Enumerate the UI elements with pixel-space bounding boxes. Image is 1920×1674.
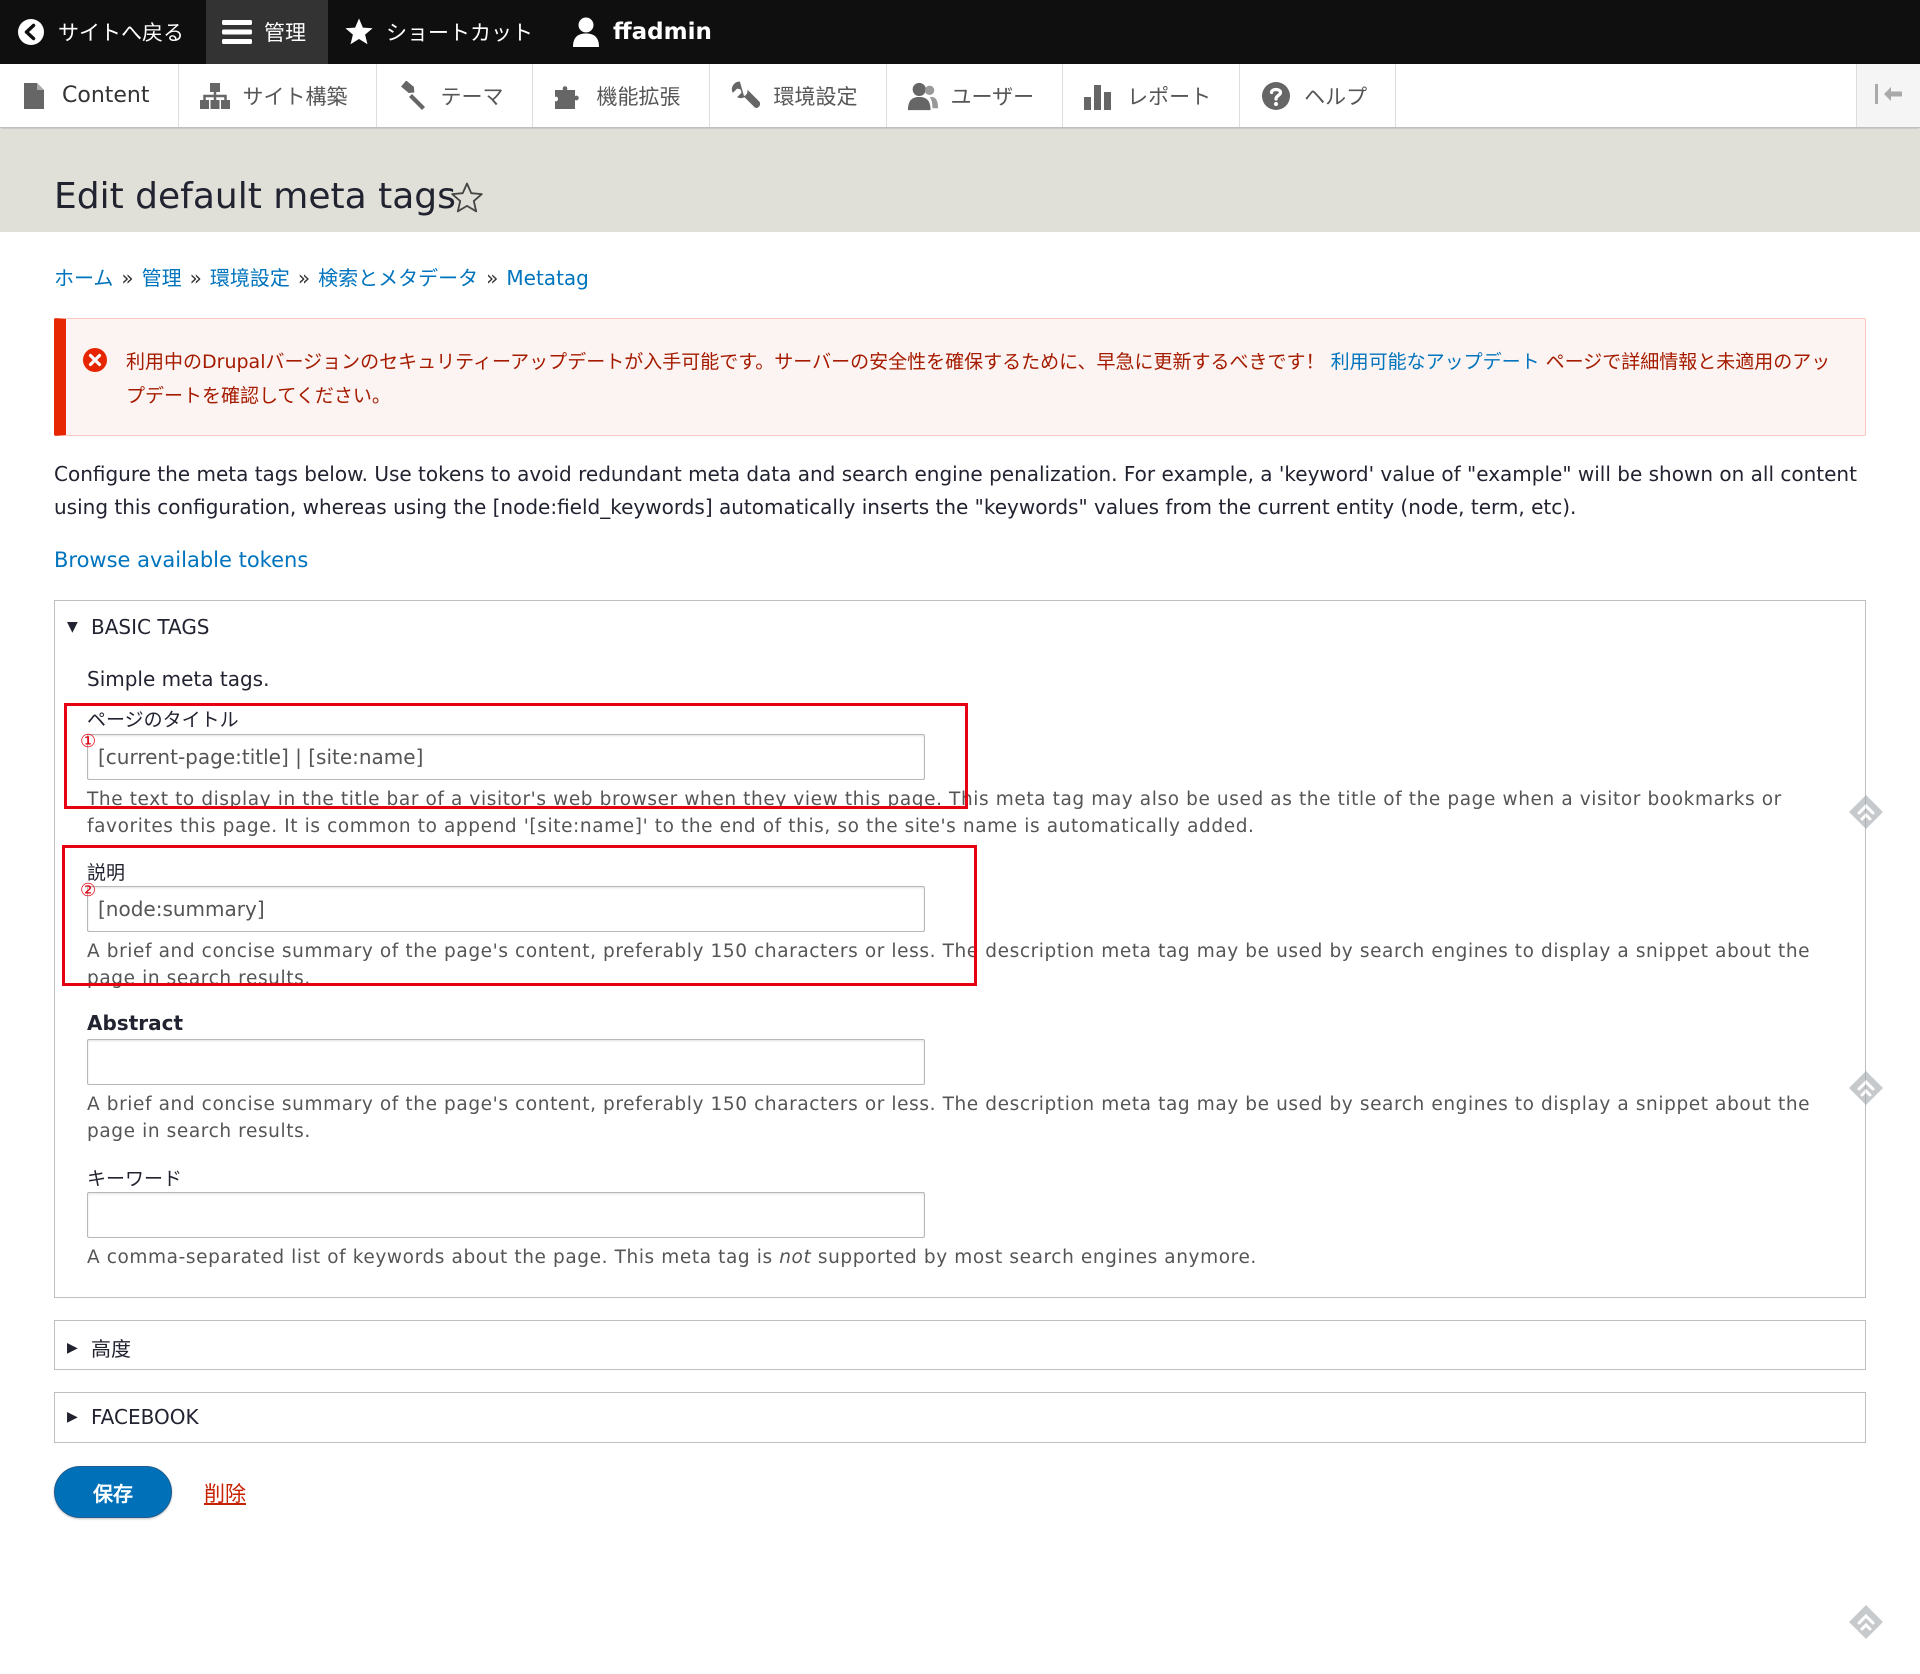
menu-item-help-label: ヘルプ (1304, 84, 1368, 109)
keywords-help-text: A comma-separated list of keywords about… (87, 1244, 1847, 1271)
facebook-summary[interactable]: ▶ FACEBOOK (67, 1405, 199, 1429)
breadcrumb-config[interactable]: 環境設定 (210, 266, 290, 290)
page-title: Edit default meta tags (54, 176, 456, 217)
error-x-circle-icon (82, 347, 108, 373)
menu-item-appearance[interactable]: テーマ (377, 64, 533, 127)
paintbrush-icon (397, 80, 429, 112)
breadcrumb-home[interactable]: ホーム (54, 266, 113, 290)
menu-item-content-label: Content (62, 83, 150, 108)
abstract-help-text: A brief and concise summary of the page'… (87, 1094, 1811, 1142)
people-icon (907, 80, 939, 112)
advanced-details: ▶ 高度 (54, 1320, 1866, 1370)
username: ffadmin (613, 19, 712, 45)
menu-item-appearance-label: テーマ (440, 84, 504, 109)
menu-item-configuration[interactable]: 環境設定 (710, 64, 887, 127)
sitemap-icon (199, 80, 231, 112)
back-to-site-link[interactable]: サイトへ戻る (0, 0, 206, 64)
keywords-help-emphasis: not (779, 1247, 812, 1268)
arrow-left-bar-icon (1874, 83, 1904, 109)
browse-tokens-link[interactable]: Browse available tokens (54, 548, 308, 572)
breadcrumb-separator: » (486, 266, 499, 290)
manage-label: 管理 (264, 21, 306, 45)
bar-chart-icon (1083, 80, 1115, 112)
menu-item-reports[interactable]: レポート (1063, 64, 1241, 127)
menu-item-structure-label: サイト構築 (242, 84, 348, 109)
keywords-label: キーワード (87, 1168, 183, 1190)
basic-tags-summary[interactable]: ▼ BASIC TAGS (67, 615, 210, 639)
breadcrumb-separator: » (297, 266, 311, 290)
annotation-mark-2: ② (80, 880, 97, 901)
triangle-right-icon: ▶ (67, 1409, 78, 1425)
annotation-mark-1: ① (80, 731, 97, 752)
menu-item-structure[interactable]: サイト構築 (179, 64, 377, 127)
menu-item-content[interactable]: Content (0, 64, 179, 127)
feedly-icon[interactable] (1846, 1068, 1886, 1108)
puzzle-icon (553, 80, 585, 112)
breadcrumb-separator: » (189, 266, 202, 290)
triangle-down-icon: ▼ (67, 619, 78, 635)
save-button[interactable]: 保存 (54, 1466, 172, 1518)
hamburger-icon (222, 17, 252, 47)
facebook-details: ▶ FACEBOOK (54, 1392, 1866, 1443)
menu-item-people-label: ユーザー (950, 84, 1035, 109)
basic-tags-description: Simple meta tags. (87, 667, 270, 691)
menu-item-extend[interactable]: 機能拡張 (533, 64, 710, 127)
delete-link[interactable]: 削除 (204, 1478, 246, 1508)
tray-orientation-toggle[interactable] (1856, 64, 1920, 127)
back-to-site-label: サイトへ戻る (58, 21, 184, 45)
shortcuts-label: ショートカット (386, 21, 533, 45)
abstract-input[interactable] (87, 1039, 925, 1085)
annotation-box-2 (62, 845, 977, 986)
wrench-icon (730, 80, 762, 112)
menu-item-people[interactable]: ユーザー (887, 64, 1064, 127)
breadcrumb-search-metadata[interactable]: 検索とメタデータ (318, 266, 478, 290)
page-header: Edit default meta tags (0, 129, 1920, 232)
admin-toolbar: サイトへ戻る 管理 ショートカット ffadmin (0, 0, 1920, 64)
feedly-icon[interactable] (1846, 1602, 1886, 1642)
error-text-before: 利用中のDrupalバージョンのセキュリティーアップデートが入手可能です。サーバ… (126, 351, 1331, 373)
shortcuts-tab[interactable]: ショートカット (328, 0, 555, 64)
user-icon (571, 17, 601, 47)
chevron-left-circle-icon (16, 17, 46, 47)
abstract-label: Abstract (87, 1011, 184, 1035)
triangle-right-icon: ▶ (67, 1339, 78, 1356)
keywords-help-before: A comma-separated list of keywords about… (87, 1247, 780, 1268)
breadcrumb: ホーム » 管理 » 環境設定 » 検索とメタデータ » Metatag (54, 262, 589, 291)
user-tab[interactable]: ffadmin (555, 0, 734, 64)
feedly-icon[interactable] (1846, 792, 1886, 832)
breadcrumb-separator: » (121, 266, 134, 290)
advanced-summary[interactable]: ▶ 高度 (67, 1333, 131, 1362)
facebook-summary-label: FACEBOOK (91, 1405, 199, 1429)
error-message-text: 利用中のDrupalバージョンのセキュリティーアップデートが入手可能です。サーバ… (126, 345, 1846, 413)
breadcrumb-metatag[interactable]: Metatag (506, 266, 588, 290)
menu-item-extend-label: 機能拡張 (596, 84, 681, 109)
keywords-help-after: supported by most search engines anymore… (811, 1247, 1257, 1268)
form-intro-text: Configure the meta tags below. Use token… (54, 462, 1857, 519)
admin-menu-tray: Content サイト構築 テーマ 機能拡張 環境設定 ユーザー レポート ヘル… (0, 64, 1920, 128)
available-updates-link[interactable]: 利用可能なアップデート (1331, 351, 1540, 373)
manage-tab[interactable]: 管理 (206, 0, 328, 64)
help-icon (1260, 80, 1292, 112)
menu-item-help[interactable]: ヘルプ (1240, 64, 1397, 127)
keywords-input[interactable] (87, 1192, 925, 1238)
page-icon (18, 80, 50, 112)
security-update-error-message: 利用中のDrupalバージョンのセキュリティーアップデートが入手可能です。サーバ… (54, 318, 1866, 436)
add-shortcut-star-icon[interactable] (450, 181, 484, 215)
star-icon (344, 17, 374, 47)
menu-item-configuration-label: 環境設定 (773, 84, 858, 109)
annotation-box-1 (64, 703, 968, 809)
advanced-summary-label: 高度 (91, 1337, 131, 1361)
breadcrumb-admin[interactable]: 管理 (142, 266, 182, 290)
menu-item-reports-label: レポート (1127, 84, 1212, 109)
basic-tags-summary-label: BASIC TAGS (91, 615, 210, 639)
